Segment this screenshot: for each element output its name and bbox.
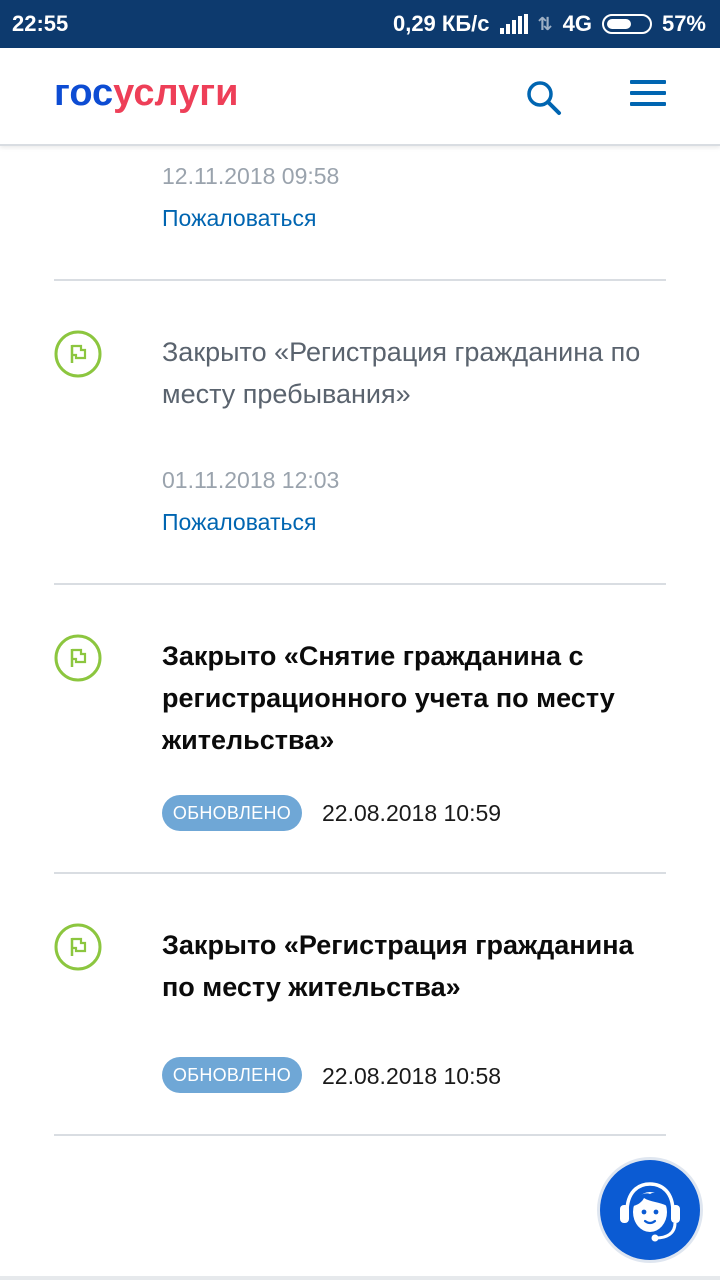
data-arrows-icon: ⇅ — [537, 13, 553, 34]
hamburger-menu-icon — [630, 80, 666, 106]
search-icon — [527, 81, 561, 115]
divider — [54, 872, 666, 874]
event-title[interactable]: Закрыто «Снятие гражданина с регистрацио… — [162, 635, 672, 761]
event-date: 22.08.2018 10:59 — [322, 800, 502, 826]
support-chat-button[interactable] — [600, 1160, 700, 1260]
flag-icon — [54, 330, 102, 378]
complain-link[interactable]: Пожаловаться — [162, 509, 316, 536]
network-type: 4G — [562, 11, 592, 36]
status-badge: ОБНОВЛЕНО — [162, 1057, 302, 1093]
complain-link[interactable]: Пожаловаться — [162, 205, 316, 232]
battery-level: 57% — [661, 11, 706, 36]
flag-icon — [54, 634, 102, 682]
signal-icon — [499, 14, 528, 34]
support-operator-icon — [620, 1182, 680, 1242]
divider — [54, 583, 666, 585]
status-badge: ОБНОВЛЕНО — [162, 795, 302, 831]
search-button[interactable] — [524, 78, 564, 118]
bottom-edge — [0, 1276, 720, 1280]
event-date: 22.08.2018 10:58 — [322, 1063, 502, 1089]
event-date: 01.11.2018 12:03 — [162, 467, 340, 493]
battery-icon — [601, 14, 652, 34]
divider — [54, 279, 666, 281]
divider — [54, 1134, 666, 1136]
event-title[interactable]: Закрыто «Регистрация гражданина по месту… — [162, 924, 672, 1008]
menu-button[interactable] — [630, 80, 666, 110]
status-time: 22:55 — [12, 11, 69, 36]
logo-part-gos: гос — [54, 72, 114, 114]
logo-part-uslugi: услуги — [113, 72, 239, 114]
gosuslugi-logo[interactable]: госуслуги — [54, 72, 238, 115]
event-date: 12.11.2018 09:58 — [162, 163, 340, 189]
app-header: госуслуги — [0, 48, 720, 146]
status-indicators: 0,29 КБ/с ⇅ 4G 57% — [393, 11, 706, 37]
flag-icon — [54, 923, 102, 971]
status-bar: 22:55 0,29 КБ/с ⇅ 4G 57% — [0, 0, 720, 48]
network-speed: 0,29 КБ/с — [392, 11, 490, 36]
event-title: Закрыто «Регистрация гражданина по месту… — [162, 337, 641, 409]
